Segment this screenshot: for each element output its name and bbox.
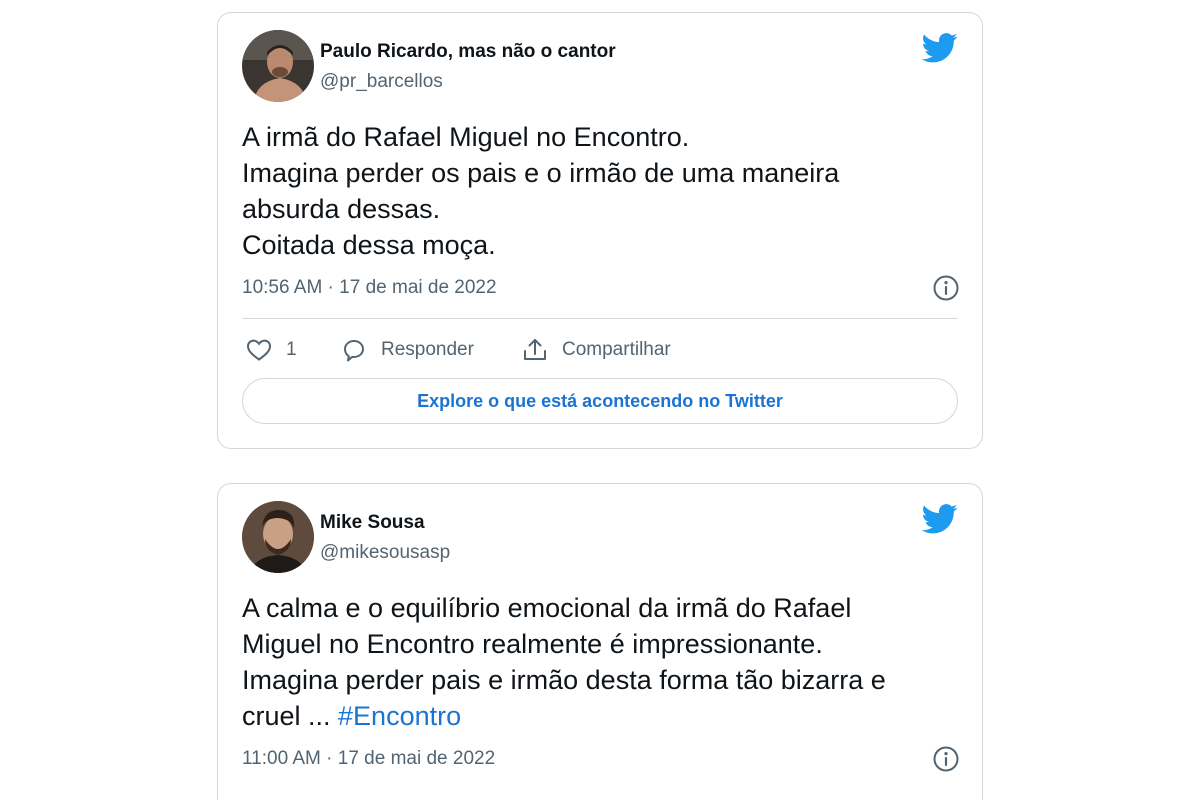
author-handle[interactable]: @mikesousasp (320, 542, 450, 564)
author-avatar[interactable] (242, 501, 314, 573)
share-button[interactable]: Compartilhar (522, 335, 671, 365)
like-button[interactable]: 1 (246, 335, 297, 365)
tweet-text-line: Imagina perder pais e irmão desta forma … (242, 665, 886, 695)
divider (242, 318, 958, 319)
hashtag-link[interactable]: #Encontro (338, 701, 461, 731)
author-name[interactable]: Paulo Ricardo, mas não o cantor (320, 41, 616, 63)
author-avatar[interactable] (242, 30, 314, 102)
tweet-timestamp[interactable]: 10:56 AM · 17 de mai de 2022 (242, 277, 497, 299)
tweet-timestamp[interactable]: 11:00 AM · 17 de mai de 2022 (242, 748, 495, 770)
tweet-card[interactable]: Paulo Ricardo, mas não o cantor @pr_barc… (217, 12, 983, 449)
speech-bubble-icon (344, 340, 364, 362)
twitter-bird-icon[interactable] (922, 33, 958, 63)
tweet-text-line: cruel ... #Encontro (242, 698, 942, 734)
tweet-text-line: A irmã do Rafael Miguel no Encontro. (242, 122, 690, 152)
author-name[interactable]: Mike Sousa (320, 512, 425, 534)
tweet-text-line: Coitada dessa moça. (242, 230, 496, 260)
tweet-text-fragment: cruel ... (242, 701, 339, 731)
tweet-embeds-page: Paulo Ricardo, mas não o cantor @pr_barc… (0, 0, 1200, 800)
share-icon (524, 339, 546, 360)
reply-button[interactable]: Responder (341, 335, 474, 365)
reply-label: Responder (381, 339, 474, 360)
explore-twitter-button[interactable]: Explore o que está acontecendo no Twitte… (242, 378, 958, 424)
tweet-text-line: Miguel no Encontro realmente é impressio… (242, 629, 823, 659)
tweet-text-line: absurda dessas. (242, 194, 441, 224)
like-count: 1 (286, 339, 297, 360)
author-handle[interactable]: @pr_barcellos (320, 71, 443, 93)
tweet-text-line: A calma e o equilíbrio emocional da irmã… (242, 593, 852, 623)
tweet-text: A calma e o equilíbrio emocional da irmã… (242, 590, 942, 734)
tweet-text: A irmã do Rafael Miguel no Encontro. Ima… (242, 119, 942, 263)
info-icon[interactable] (932, 745, 960, 773)
heart-icon (246, 339, 272, 361)
share-label: Compartilhar (562, 339, 671, 360)
tweet-text-line: Imagina perder os pais e o irmão de uma … (242, 158, 840, 188)
info-icon[interactable] (932, 274, 960, 302)
twitter-bird-icon[interactable] (922, 504, 958, 534)
tweet-card[interactable]: Mike Sousa @mikesousasp A calma e o equi… (217, 483, 983, 800)
